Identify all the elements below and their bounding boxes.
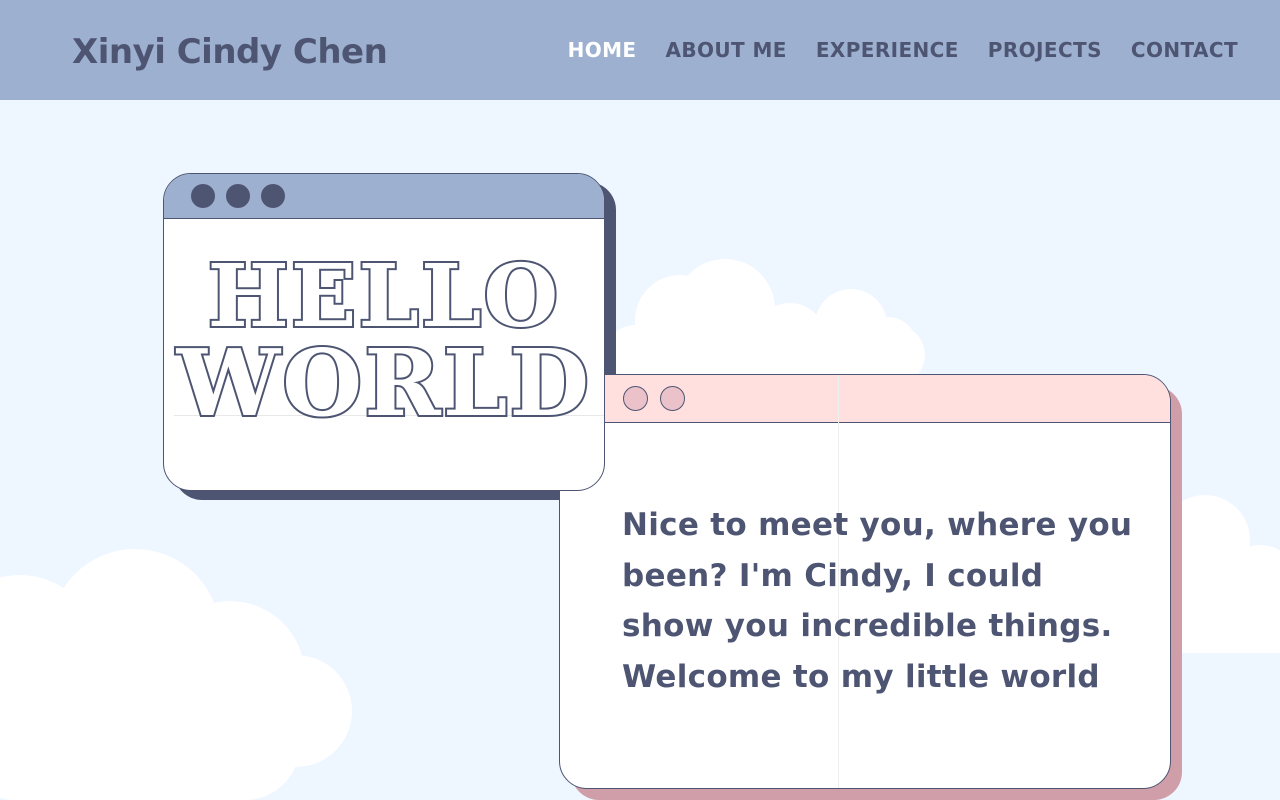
window-dot-icon [261,184,285,208]
page: Xinyi Cindy Chen HOME ABOUT ME EXPERIENC… [0,0,1280,800]
nav-experience[interactable]: EXPERIENCE [816,38,959,62]
site-brand[interactable]: Xinyi Cindy Chen [72,32,388,72]
hello-world-heading: HELLO WORLD [164,246,604,437]
world-word: WORLD [175,329,592,437]
hello-window-titlebar [164,174,604,219]
nav-contact[interactable]: CONTACT [1131,38,1238,62]
nav-about-me[interactable]: ABOUT ME [665,38,786,62]
cloud-decoration-top [605,255,925,385]
window-dot-icon [191,184,215,208]
site-header: Xinyi Cindy Chen HOME ABOUT ME EXPERIENC… [0,0,1280,100]
hello-word: HELLO [206,246,561,347]
nav-home[interactable]: HOME [568,38,637,62]
intro-text: Nice to meet you, where you been? I'm Ci… [622,507,1133,695]
window-dot-icon [660,386,685,411]
intro-window: Nice to meet you, where you been? I'm Ci… [559,374,1171,789]
window-dot-icon [623,386,648,411]
intro-window-titlebar [560,375,1170,423]
main-nav: HOME ABOUT ME EXPERIENCE PROJECTS CONTAC… [568,38,1238,62]
hello-window: HELLO WORLD [163,173,605,491]
cloud-decoration-left [0,545,360,800]
window-dot-icon [226,184,250,208]
nav-projects[interactable]: PROJECTS [988,38,1102,62]
